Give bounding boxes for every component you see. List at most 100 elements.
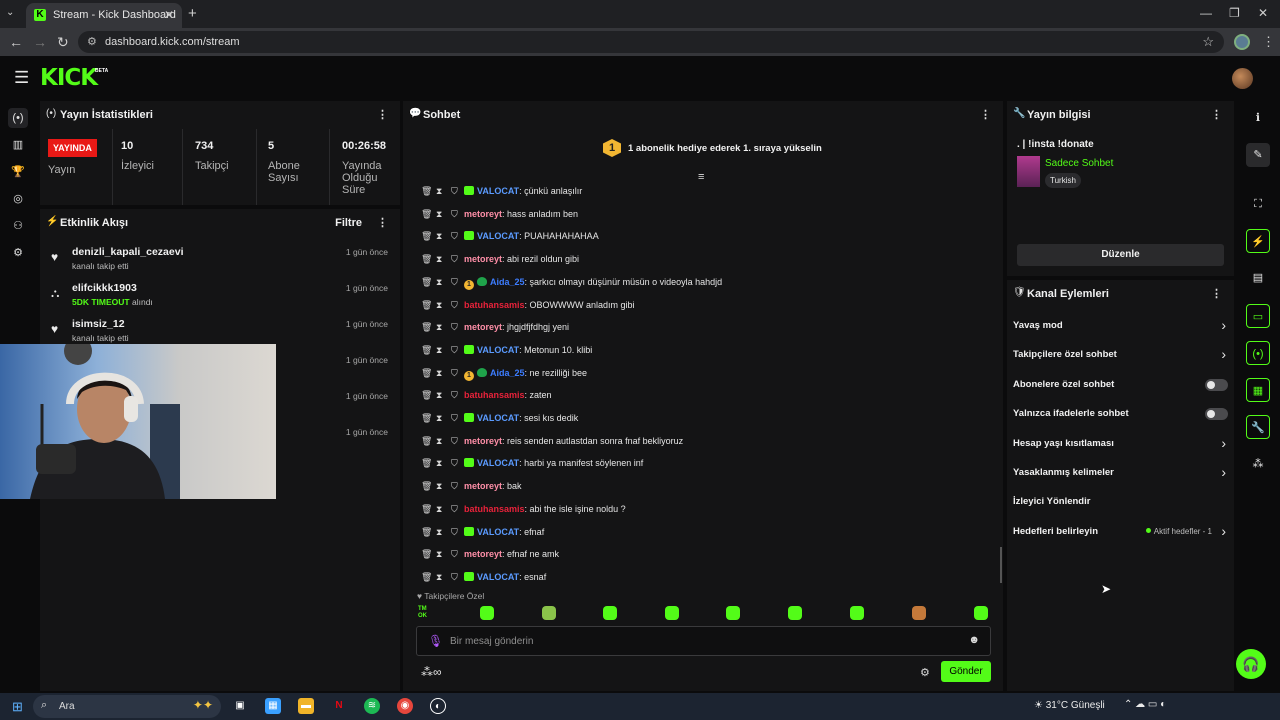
url-field[interactable]: ⚙ dashboard.kick.com/stream ☆: [78, 31, 1224, 53]
timeout-icon[interactable]: ⧗: [436, 527, 442, 538]
channel-action-row[interactable]: Yasaklanmış kelimeler ›: [1013, 463, 1228, 485]
chat-username[interactable]: batuhansamis: [464, 300, 525, 310]
ban-shield-icon[interactable]: ⛉: [451, 572, 458, 583]
delete-message-icon[interactable]: 🗑: [421, 481, 432, 492]
delete-message-icon[interactable]: 🗑: [421, 300, 432, 311]
channel-points-icon[interactable]: ⁂∞: [421, 665, 442, 679]
reload-icon[interactable]: ↻: [57, 34, 69, 51]
emote-icon[interactable]: [603, 606, 617, 620]
channel-actions-more-icon[interactable]: ⋮: [1211, 287, 1222, 300]
timeout-icon[interactable]: ⧗: [436, 209, 442, 220]
channel-action-row[interactable]: İzleyici Yönlendir: [1013, 492, 1228, 514]
chat-more-icon[interactable]: ⋮: [980, 108, 991, 121]
timeout-icon[interactable]: ⧗: [436, 231, 442, 242]
timeout-icon[interactable]: ⧗: [436, 368, 442, 379]
send-button[interactable]: Gönder: [941, 661, 991, 682]
chat-scrollbar[interactable]: [1000, 547, 1002, 583]
chat-icon[interactable]: ▭: [1246, 304, 1270, 328]
emote-icon[interactable]: [850, 606, 864, 620]
obs-icon[interactable]: ◐: [430, 698, 446, 714]
file-explorer-icon[interactable]: ▬: [298, 698, 314, 714]
ban-shield-icon[interactable]: ⛉: [451, 458, 458, 469]
category-link[interactable]: Sadece Sohbet: [1045, 158, 1113, 169]
chat-username[interactable]: VALOCAT: [477, 572, 519, 582]
ban-shield-icon[interactable]: ⛉: [451, 368, 458, 379]
site-info-icon[interactable]: ⚙: [87, 35, 97, 48]
task-view-icon[interactable]: ▣: [232, 698, 248, 714]
delete-message-icon[interactable]: 🗑: [421, 436, 432, 447]
chat-username[interactable]: VALOCAT: [477, 458, 519, 468]
chat-username[interactable]: metoreyt: [464, 549, 502, 559]
bolt-icon[interactable]: ⚡: [1246, 229, 1270, 253]
restore-icon[interactable]: ❐: [1229, 6, 1240, 20]
hamburger-menu-icon[interactable]: ☰: [14, 68, 29, 88]
channel-action-row[interactable]: Hedefleri belirleyin › Aktif hedefler - 1: [1013, 522, 1228, 544]
chat-input-field[interactable]: 🎙 Bir mesaj gönderin ☻: [416, 626, 991, 656]
delete-message-icon[interactable]: 🗑: [421, 345, 432, 356]
emote-icon[interactable]: [480, 606, 494, 620]
emote-icon[interactable]: [912, 606, 926, 620]
chrome-icon[interactable]: ◉: [397, 698, 413, 714]
timeout-icon[interactable]: ⧗: [436, 481, 442, 492]
toggle-switch[interactable]: [1205, 378, 1228, 391]
chat-username[interactable]: VALOCAT: [477, 413, 519, 423]
settings-gear-icon[interactable]: ⚙: [8, 243, 28, 263]
close-tab-icon[interactable]: ✕: [164, 8, 174, 22]
timeout-icon[interactable]: ⧗: [436, 549, 442, 560]
delete-message-icon[interactable]: 🗑: [421, 254, 432, 265]
browser-profile-avatar[interactable]: [1234, 34, 1250, 50]
crop-icon[interactable]: ⛶: [1246, 192, 1270, 216]
store-icon[interactable]: ▦: [265, 698, 281, 714]
timeout-icon[interactable]: ⧗: [436, 300, 442, 311]
emote-icon[interactable]: [542, 606, 556, 620]
channel-action-row[interactable]: Takipçilere özel sohbet ›: [1013, 345, 1228, 367]
chat-username[interactable]: Aida_25: [490, 277, 525, 287]
tab-search-icon[interactable]: ⌄: [6, 7, 14, 18]
channel-action-row[interactable]: Hesap yaşı kısıtlaması ›: [1013, 434, 1228, 456]
netflix-icon[interactable]: N: [331, 698, 347, 714]
ban-shield-icon[interactable]: ⛉: [451, 527, 458, 538]
analytics-icon[interactable]: ▥: [8, 135, 28, 155]
chat-username[interactable]: VALOCAT: [477, 527, 519, 537]
delete-message-icon[interactable]: 🗑: [421, 413, 432, 424]
spotify-icon[interactable]: ≋: [364, 698, 380, 714]
chat-username[interactable]: metoreyt: [464, 481, 502, 491]
system-tray-icons[interactable]: ⌃ ☁ ▭ ◐: [1124, 699, 1166, 710]
ban-shield-icon[interactable]: ⛉: [451, 209, 458, 220]
ban-shield-icon[interactable]: ⛉: [451, 345, 458, 356]
bookmark-star-icon[interactable]: ☆: [1202, 34, 1214, 50]
forward-icon[interactable]: →: [33, 34, 47, 50]
ban-shield-icon[interactable]: ⛉: [451, 231, 458, 242]
delete-message-icon[interactable]: 🗑: [421, 277, 432, 288]
timeout-icon[interactable]: ⧗: [436, 254, 442, 265]
ban-shield-icon[interactable]: ⛉: [451, 413, 458, 424]
timeout-icon[interactable]: ⧗: [436, 572, 442, 583]
emote-icon[interactable]: [665, 606, 679, 620]
close-window-icon[interactable]: ✕: [1258, 6, 1268, 20]
broadcast-icon[interactable]: (•): [1246, 341, 1270, 365]
delete-message-icon[interactable]: 🗑: [421, 458, 432, 469]
delete-message-icon[interactable]: 🗑: [421, 368, 432, 379]
wrench-icon[interactable]: 🔧: [1246, 415, 1270, 439]
chat-username[interactable]: Aida_25: [490, 368, 525, 378]
channel-action-row[interactable]: Yavaş mod ›: [1013, 316, 1228, 338]
chat-username[interactable]: VALOCAT: [477, 231, 519, 241]
delete-message-icon[interactable]: 🗑: [421, 231, 432, 242]
ban-shield-icon[interactable]: ⛉: [451, 436, 458, 447]
ban-shield-icon[interactable]: ⛉: [451, 322, 458, 333]
chat-username[interactable]: VALOCAT: [477, 186, 519, 196]
emote-icon[interactable]: [974, 606, 988, 620]
trophy-icon[interactable]: 🏆: [8, 162, 28, 182]
timeout-icon[interactable]: ⧗: [436, 458, 442, 469]
emote-icon[interactable]: [726, 606, 740, 620]
timeout-icon[interactable]: ⧗: [436, 504, 442, 515]
toggle-switch[interactable]: [1205, 408, 1228, 421]
minimize-icon[interactable]: —: [1200, 6, 1212, 20]
microphone-icon[interactable]: 🎙: [428, 634, 443, 648]
browser-tab[interactable]: K Stream - Kick Dashboard ✕: [26, 3, 182, 28]
windows-start-icon[interactable]: ⊞: [12, 699, 23, 715]
weather-widget[interactable]: ☀ 31°C Güneşli: [1034, 700, 1105, 711]
delete-message-icon[interactable]: 🗑: [421, 209, 432, 220]
timeout-icon[interactable]: ⧗: [436, 345, 442, 356]
target-icon[interactable]: ◎: [8, 189, 28, 209]
